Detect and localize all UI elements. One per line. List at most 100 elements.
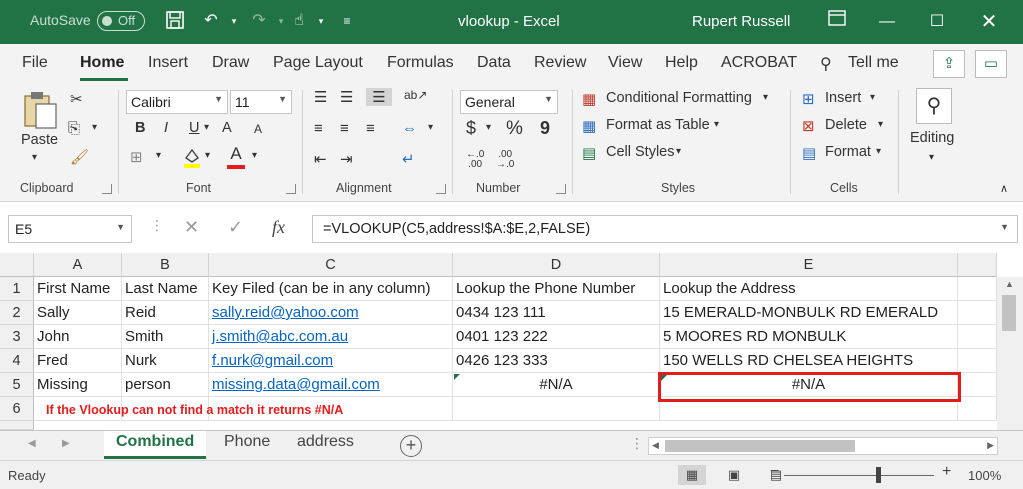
redo-icon[interactable]: ↷ (248, 10, 270, 32)
select-all-corner[interactable] (0, 253, 34, 277)
fill-color-dropdown-icon[interactable]: ▾ (205, 150, 210, 161)
tab-home[interactable]: Home (80, 54, 124, 72)
touch-mode-icon[interactable]: ☝ (288, 10, 310, 32)
tab-view[interactable]: View (608, 54, 642, 72)
italic-button[interactable]: I (164, 120, 168, 136)
bold-button[interactable]: B (135, 120, 145, 136)
merge-center-icon[interactable]: ⇔ (402, 120, 417, 137)
editing-dropdown-icon[interactable]: ▾ (929, 152, 934, 163)
cell-a2[interactable]: Sally (34, 301, 122, 325)
cell-c2[interactable]: sally.reid@yahoo.com (209, 301, 453, 325)
merge-dropdown-icon[interactable]: ▾ (428, 122, 433, 133)
cell-f5[interactable] (958, 373, 997, 397)
undo-dropdown-icon[interactable]: ▾ (223, 10, 245, 32)
cell-f3[interactable] (958, 325, 997, 349)
insert-cells-icon[interactable]: ⊞ (802, 90, 815, 108)
cell-a5[interactable]: Missing (34, 373, 122, 397)
orientation-icon[interactable]: ab↗ (404, 88, 427, 102)
sheet-tab-phone[interactable]: Phone (212, 431, 282, 459)
align-left-icon[interactable]: ≡ (314, 120, 323, 137)
comments-icon[interactable]: ▭ (975, 50, 1007, 78)
sheet-tab-combined[interactable]: Combined (104, 431, 207, 459)
tab-help[interactable]: Help (665, 54, 698, 72)
horizontal-scroll-thumb[interactable] (665, 440, 855, 452)
cell-b1[interactable]: Last Name (122, 277, 209, 301)
cell-d6[interactable] (453, 397, 660, 421)
font-launcher-icon[interactable] (286, 184, 296, 194)
tab-draw[interactable]: Draw (212, 54, 249, 72)
paste-label[interactable]: Paste (21, 132, 58, 148)
format-as-table-button[interactable]: Format as Table (606, 117, 710, 133)
decrease-indent-icon[interactable]: ⇤ (314, 150, 327, 168)
percent-button[interactable]: % (506, 118, 523, 140)
copy-icon[interactable]: ⎘ (68, 120, 80, 137)
cell-c4[interactable]: f.nurk@gmail.com (209, 349, 453, 373)
cell-b5[interactable]: person (122, 373, 209, 397)
tab-file[interactable]: File (22, 54, 48, 72)
align-middle-icon[interactable]: ☰ (340, 88, 353, 106)
increase-indent-icon[interactable]: ⇥ (340, 150, 353, 168)
increase-decimal-icon[interactable]: ←.0.00 (466, 150, 484, 170)
format-cells-icon[interactable]: ▤ (802, 144, 816, 162)
cell-e2[interactable]: 15 EMERALD-MONBULK RD EMERALD (660, 301, 958, 325)
alignment-launcher-icon[interactable] (436, 184, 446, 194)
column-header-f[interactable] (958, 253, 997, 277)
cell-e3[interactable]: 5 MOORES RD MONBULK (660, 325, 958, 349)
chevron-down-icon[interactable]: ▾ (878, 119, 883, 130)
cell-f1[interactable] (958, 277, 997, 301)
lightbulb-search-icon[interactable]: ⚲ (820, 54, 832, 74)
chevron-down-icon[interactable]: ▾ (876, 146, 881, 157)
cell-d4[interactable]: 0426 123 333 (453, 349, 660, 373)
wrap-text-icon[interactable]: ↵ (402, 150, 415, 168)
cell-b2[interactable]: Reid (122, 301, 209, 325)
save-icon[interactable] (164, 10, 186, 32)
formula-input[interactable]: =VLOOKUP(C5,address!$A:$E,2,FALSE) ▼ (312, 215, 1018, 243)
scroll-up-icon[interactable]: ▲ (1005, 279, 1014, 289)
tab-insert[interactable]: Insert (148, 54, 188, 72)
tab-acrobat[interactable]: ACROBAT (721, 54, 797, 72)
zoom-level[interactable]: 100% (968, 468, 1001, 483)
scroll-left-icon[interactable]: ◀ (652, 440, 659, 451)
cut-icon[interactable]: ✂ (70, 90, 83, 108)
cell-e1[interactable]: Lookup the Address (660, 277, 958, 301)
cell-a1[interactable]: First Name (34, 277, 122, 301)
share-icon[interactable]: ⇪ (933, 50, 965, 78)
cell-f4[interactable] (958, 349, 997, 373)
cancel-icon[interactable]: ✕ (184, 217, 199, 238)
font-color-dropdown-icon[interactable]: ▾ (252, 150, 257, 161)
chevron-down-icon[interactable]: ▾ (870, 92, 875, 103)
vertical-scrollbar[interactable]: ▲ (997, 277, 1023, 430)
cell-b4[interactable]: Nurk (122, 349, 209, 373)
tab-page-layout[interactable]: Page Layout (273, 54, 363, 72)
zoom-in-icon[interactable]: + (942, 463, 951, 481)
align-right-icon[interactable]: ≡ (366, 120, 375, 137)
enter-icon[interactable]: ✓ (228, 217, 243, 238)
row-header-6[interactable]: 6 (0, 397, 34, 421)
cell-styles-button[interactable]: Cell Styles (606, 144, 675, 160)
editing-button[interactable]: Editing (910, 130, 954, 146)
tab-data[interactable]: Data (477, 54, 511, 72)
zoom-slider-knob[interactable] (876, 467, 881, 483)
row-header-4[interactable]: 4 (0, 349, 34, 373)
zoom-slider-track[interactable] (784, 475, 934, 476)
column-header-c[interactable]: C (209, 253, 453, 277)
row-header-3[interactable]: 3 (0, 325, 34, 349)
cell-c1[interactable]: Key Filed (can be in any column) (209, 277, 453, 301)
column-header-b[interactable]: B (122, 253, 209, 277)
customize-qat-icon[interactable]: ≡ (336, 10, 358, 32)
user-name[interactable]: Rupert Russell (692, 13, 790, 30)
column-header-d[interactable]: D (453, 253, 660, 277)
cell-e4[interactable]: 150 WELLS RD CHELSEA HEIGHTS (660, 349, 958, 373)
cell-d1[interactable]: Lookup the Phone Number (453, 277, 660, 301)
align-center-icon[interactable]: ≡ (340, 120, 349, 137)
chevron-down-icon[interactable]: ▾ (676, 146, 681, 157)
cell-c5[interactable]: missing.data@gmail.com (209, 373, 453, 397)
align-bottom-icon[interactable]: ☰ (366, 88, 392, 106)
tab-split-handle-icon[interactable]: ⋮ (630, 435, 644, 452)
autosave-toggle[interactable]: Off (97, 11, 145, 31)
search-icon[interactable]: ⚲ (916, 88, 952, 124)
cell-f2[interactable] (958, 301, 997, 325)
row-header-5[interactable]: 5 (0, 373, 34, 397)
next-sheet-icon[interactable]: ▶ (62, 438, 70, 449)
clipboard-launcher-icon[interactable] (102, 184, 112, 194)
